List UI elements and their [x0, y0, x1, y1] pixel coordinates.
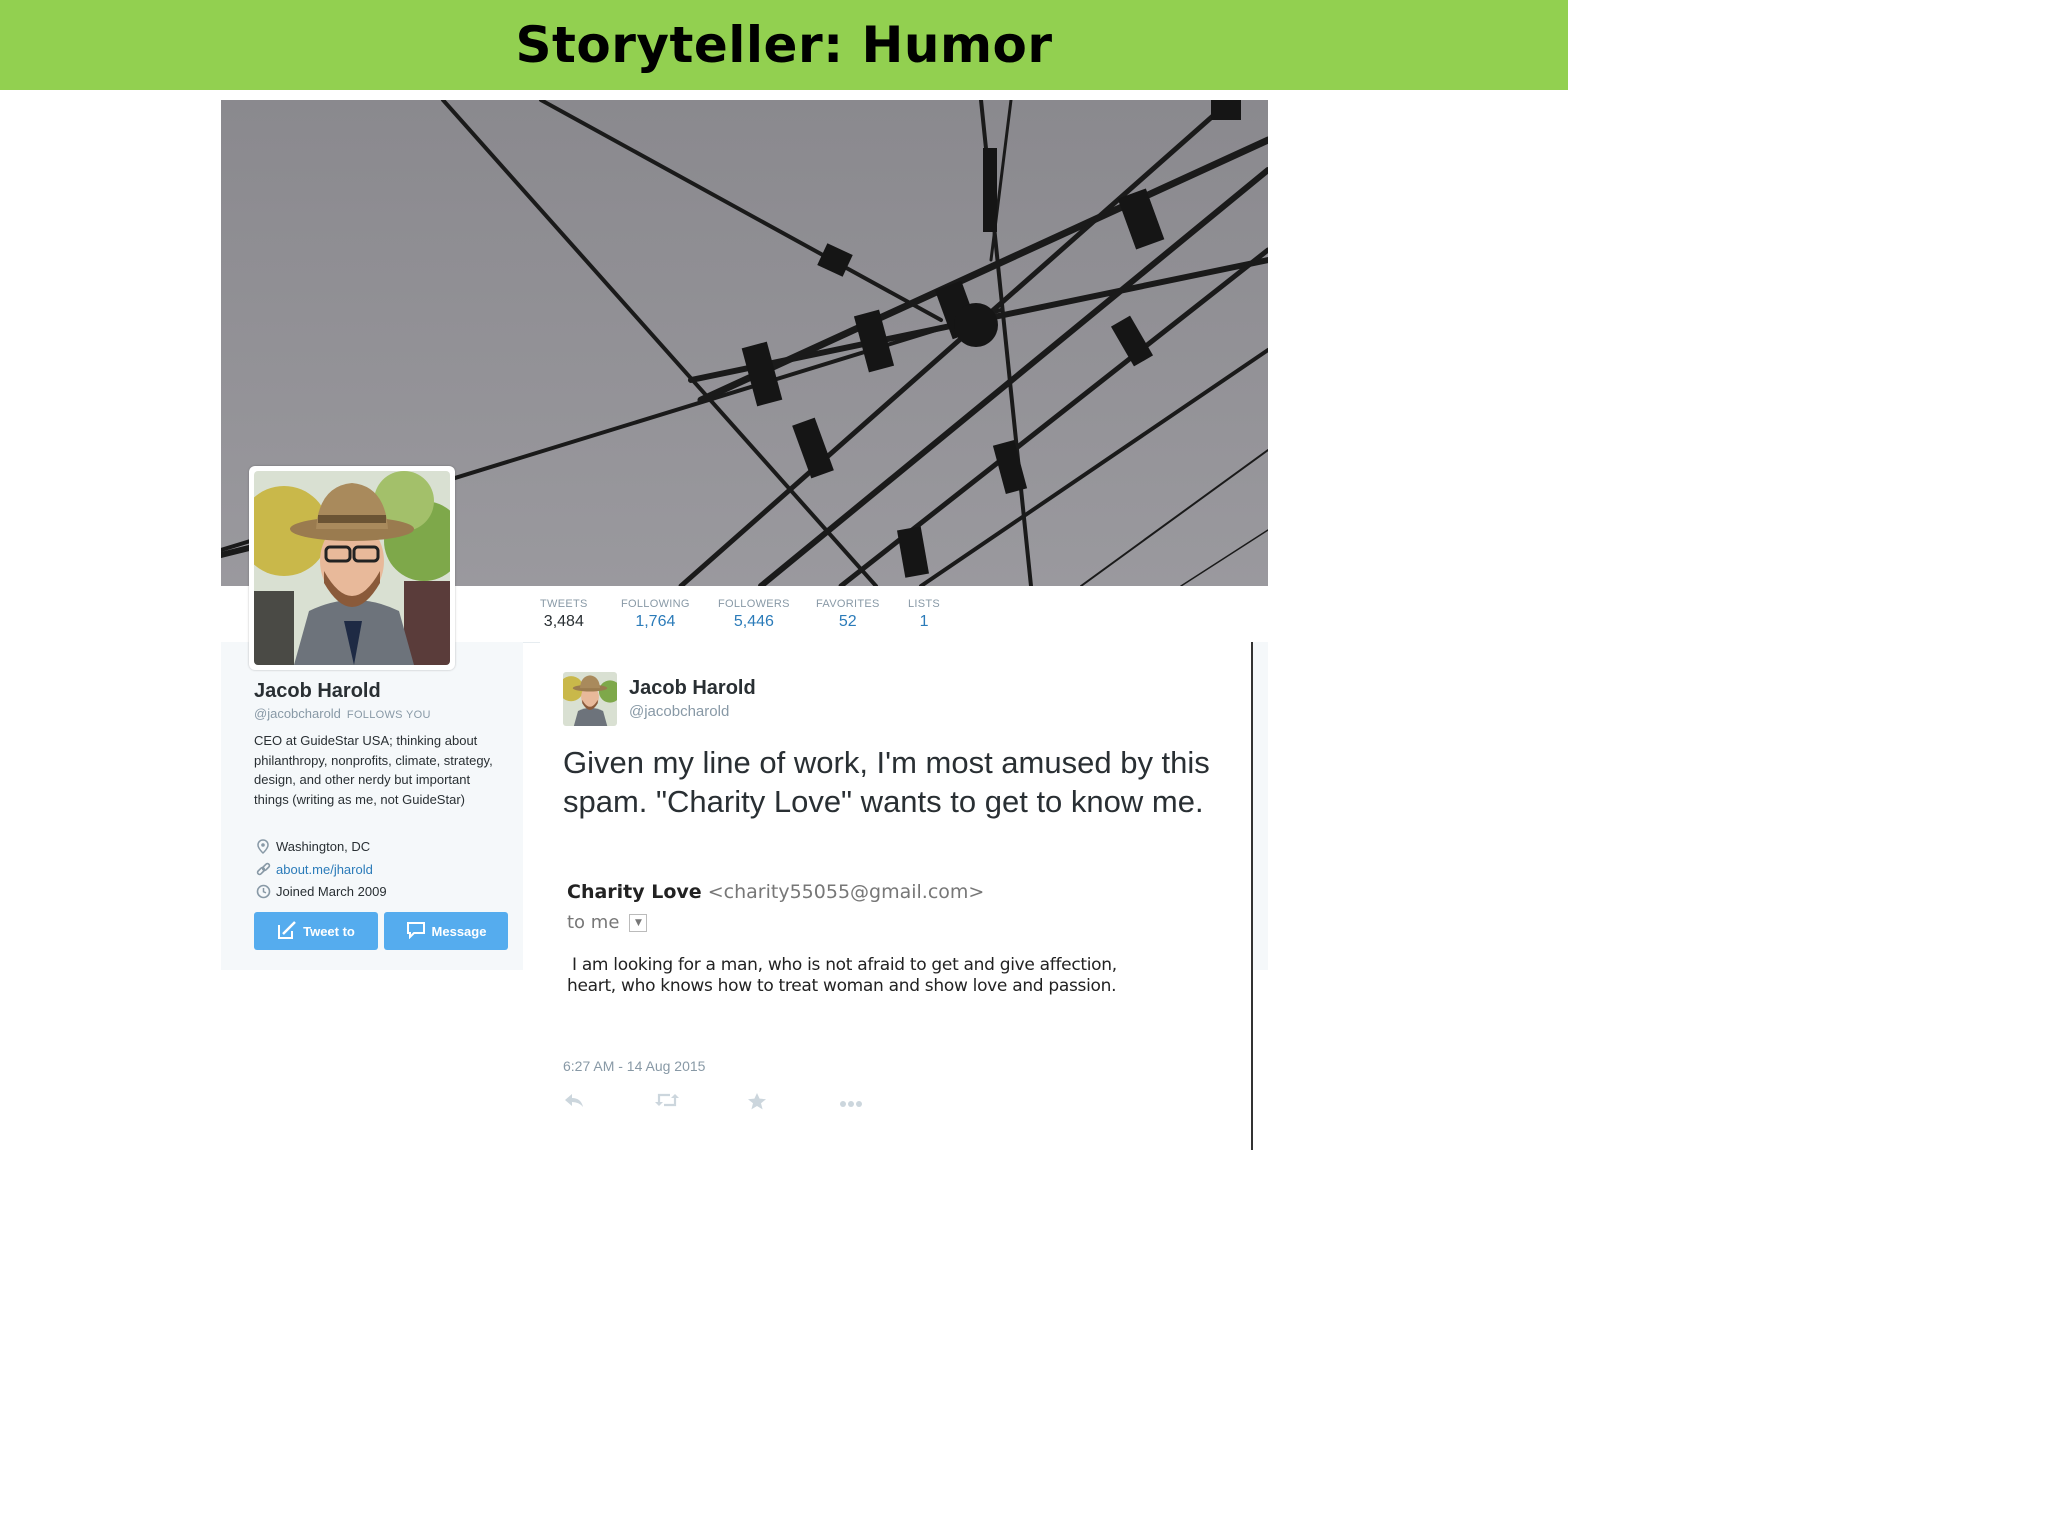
message-button[interactable]: Message: [384, 912, 508, 950]
profile-location: Washington, DC: [254, 838, 370, 854]
stat-tweets[interactable]: TWEETS 3,484: [540, 598, 588, 631]
tweet-text: Given my line of work, I'm most amused b…: [563, 745, 1210, 819]
email-sender-name: Charity Love: [567, 881, 702, 903]
stat-label: LISTS: [908, 598, 941, 610]
profile-handle[interactable]: @jacobcharold: [254, 706, 341, 721]
joined-text: Joined March 2009: [276, 883, 387, 899]
website-link[interactable]: about.me/jharold: [276, 862, 373, 877]
profile-website: about.me/jharold: [254, 861, 373, 877]
stat-value: 1,764: [635, 613, 676, 630]
tweet-author-name[interactable]: Jacob Harold: [629, 677, 756, 700]
favorite-icon[interactable]: [747, 1092, 839, 1115]
email-body-line: I am looking for a man, who is not afrai…: [572, 955, 1117, 975]
stat-lists[interactable]: LISTS 1: [908, 598, 940, 631]
location-text: Washington, DC: [276, 838, 371, 854]
slide-title-bar: Storyteller: Humor: [0, 0, 1568, 90]
page-background-strip: [1252, 642, 1268, 970]
stat-value: 1: [919, 613, 929, 630]
email-from: Charity Love <charity55055@gmail.com>: [567, 881, 984, 903]
stat-value: 3,484: [543, 613, 584, 630]
email-body-line: heart, who knows how to treat woman and …: [567, 976, 1117, 996]
tweet-actions: [563, 1092, 931, 1115]
profile-avatar[interactable]: [249, 466, 455, 670]
email-to: to me: [567, 912, 620, 933]
tweet-author-avatar[interactable]: [563, 672, 617, 726]
message-label: Message: [431, 923, 487, 939]
retweet-icon[interactable]: [655, 1092, 747, 1115]
clock-icon: [254, 883, 272, 899]
profile-joined: Joined March 2009: [254, 883, 387, 899]
tweet-attached-image[interactable]: Charity Love <charity55055@gmail.com> to…: [563, 877, 1143, 1017]
profile-bio: CEO at GuideStar USA; thinking about phi…: [254, 733, 493, 807]
stat-value: 52: [838, 613, 857, 630]
profile-handle-row: @jacobcharold FOLLOWS YOU: [254, 706, 431, 721]
reply-icon[interactable]: [563, 1092, 655, 1115]
tweet-timestamp[interactable]: 6:27 AM - 14 Aug 2015: [563, 1058, 705, 1074]
slide-title: Storyteller: Humor: [515, 16, 1053, 74]
link-icon: [254, 861, 272, 877]
tweet-to-label: Tweet to: [303, 923, 355, 939]
stat-label: FOLLOWERS: [718, 598, 790, 610]
compose-icon: [277, 920, 297, 942]
tweet-author-handle[interactable]: @jacobcharold: [629, 703, 729, 720]
stat-value: 5,446: [733, 613, 774, 630]
stat-label: TWEETS: [540, 598, 588, 610]
follows-you-badge: FOLLOWS YOU: [346, 709, 431, 721]
dropdown-caret-icon: ▼: [629, 913, 648, 932]
avatar-photo: [254, 471, 450, 665]
email-sender-address: <charity55055@gmail.com>: [707, 881, 985, 903]
tweet-to-button[interactable]: Tweet to: [254, 912, 378, 950]
email-body: I am looking for a man, who is not afrai…: [567, 955, 1139, 997]
email-to-row: to me ▼: [567, 912, 648, 933]
profile-name[interactable]: Jacob Harold: [254, 680, 381, 703]
message-icon: [406, 921, 426, 942]
stat-followers[interactable]: FOLLOWERS 5,446: [718, 598, 790, 631]
more-icon[interactable]: [839, 1092, 931, 1115]
stat-favorites[interactable]: FAVORITES 52: [816, 598, 880, 631]
location-pin-icon: [254, 838, 272, 854]
stat-label: FOLLOWING: [621, 598, 690, 610]
stat-following[interactable]: FOLLOWING 1,764: [621, 598, 690, 631]
stat-label: FAVORITES: [816, 598, 880, 610]
